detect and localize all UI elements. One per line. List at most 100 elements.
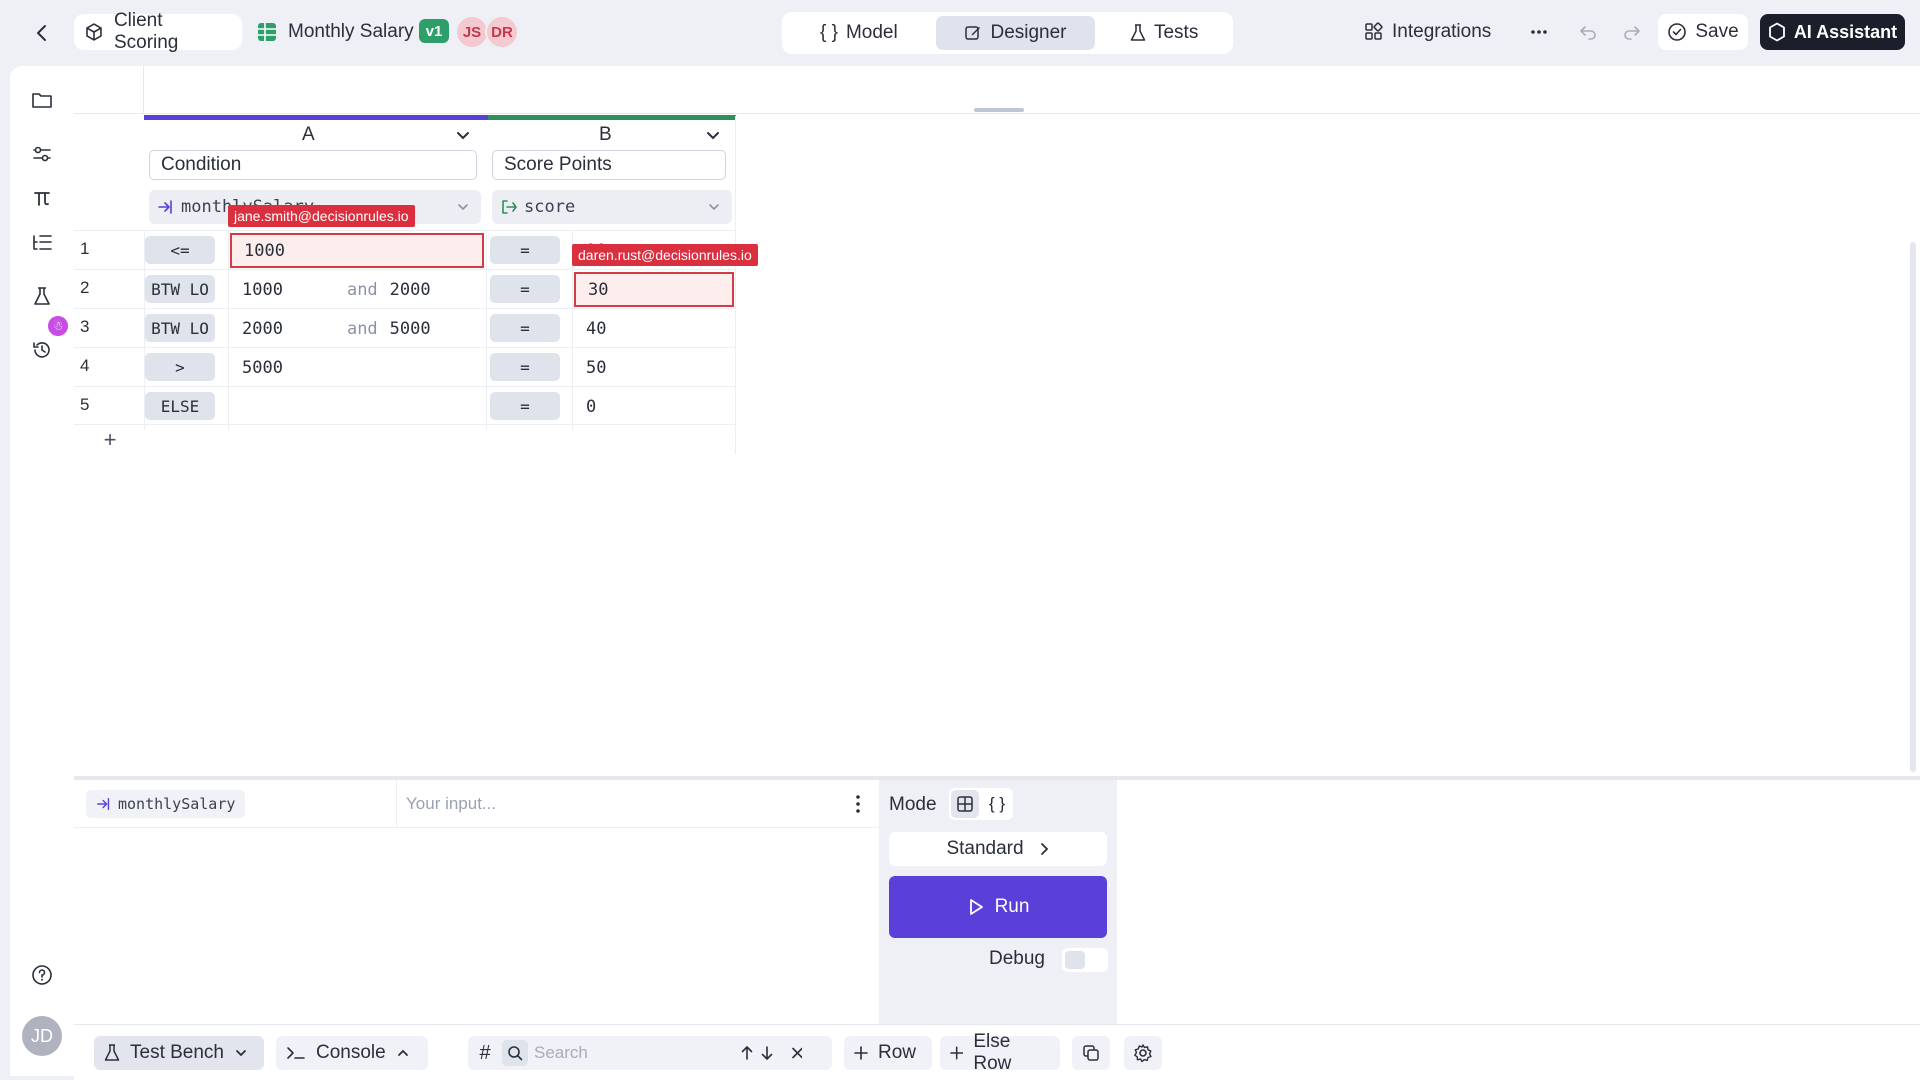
collaborator-avatar-js[interactable]: JS (455, 15, 489, 49)
column-a-name-input[interactable]: Condition (149, 150, 477, 180)
sliders-icon (33, 146, 51, 162)
standard-strategy-button[interactable]: Standard (889, 832, 1107, 866)
debug-label: Debug (989, 948, 1045, 969)
table-row: 2 BTW LO 1000 and 2000 = 30 (74, 269, 736, 308)
rail-functions-button[interactable] (28, 184, 56, 212)
condition-operator[interactable]: BTW LO (145, 314, 215, 342)
tab-designer-label: Designer (990, 22, 1067, 43)
duplicate-button[interactable] (1072, 1036, 1110, 1070)
row-label: Row (878, 1042, 917, 1063)
panel-resize-handle[interactable] (974, 108, 1024, 112)
vertical-scrollbar[interactable] (1910, 242, 1916, 772)
console-label: Console (316, 1042, 386, 1063)
column-b-output-variable-select[interactable]: score (492, 190, 732, 224)
left-rail: ☃ JD (10, 66, 74, 1076)
console-toggle[interactable]: Console (276, 1036, 428, 1070)
result-operator[interactable]: = (490, 275, 560, 303)
rail-history-button[interactable] (28, 336, 56, 364)
test-bench-panel: monthlySalary Mode { } Standard Run Debu… (74, 776, 1920, 1028)
condition-operator[interactable]: <= (145, 236, 215, 264)
run-button[interactable]: Run (889, 876, 1107, 938)
integrations-button[interactable]: Integrations (1364, 14, 1491, 50)
close-icon[interactable] (780, 1046, 802, 1060)
range-from: 1000 (242, 279, 283, 300)
flask-icon (1130, 24, 1146, 41)
breadcrumb-table[interactable]: Monthly Salary (246, 14, 424, 50)
tab-designer[interactable]: Designer (935, 16, 1096, 50)
condition-cell[interactable]: 1000 and 2000 (230, 272, 484, 307)
tab-tests[interactable]: Tests (1099, 16, 1229, 50)
mode-table-option[interactable] (951, 790, 979, 818)
condition-cell[interactable]: 5000 (230, 350, 484, 385)
range-and-keyword: and (346, 279, 378, 300)
rail-help-button[interactable] (28, 961, 56, 989)
table-row: 4 > 5000 = 50 (74, 347, 736, 386)
play-icon (969, 899, 983, 915)
debug-toggle[interactable] (1062, 948, 1108, 972)
rail-tests-button[interactable] (28, 282, 56, 310)
result-operator[interactable]: = (490, 353, 560, 381)
table-settings-button[interactable] (1124, 1036, 1162, 1070)
add-else-row-button[interactable]: Else Row (940, 1031, 1060, 1074)
more-menu-button[interactable] (1524, 14, 1554, 50)
rail-settings-button[interactable] (28, 140, 56, 168)
back-button[interactable] (26, 17, 58, 49)
column-b-name-input[interactable]: Score Points (492, 150, 726, 180)
integrations-icon (1365, 22, 1383, 40)
input-variable-chip: monthlySalary (86, 790, 246, 818)
column-b-color-bar (488, 115, 736, 120)
ai-assistant-button[interactable]: AI Assistant (1760, 14, 1905, 50)
search-text-toggle[interactable] (502, 1040, 528, 1066)
decision-table-icon (258, 23, 276, 41)
result-operator[interactable]: = (490, 314, 560, 342)
plus-icon (950, 1046, 964, 1060)
chevron-up-icon (397, 1049, 408, 1056)
input-variable-name: monthlySalary (118, 795, 236, 813)
else-row-label: Else Row (973, 1031, 1012, 1074)
result-cell[interactable]: 0 (574, 389, 734, 424)
more-horizontal-icon (1531, 30, 1547, 34)
result-cell[interactable]: 40 (574, 311, 734, 346)
arrow-down-icon[interactable] (760, 1045, 774, 1061)
chevron-down-icon[interactable] (704, 126, 722, 144)
rail-rules-list-button[interactable] (28, 229, 56, 257)
arrow-up-icon[interactable] (740, 1045, 754, 1061)
chevron-down-icon[interactable] (454, 126, 472, 144)
condition-cell[interactable]: 1000 (230, 233, 484, 268)
output-arrow-icon (502, 200, 517, 214)
result-cell[interactable]: 30 (574, 272, 734, 307)
condition-cell[interactable]: 2000 and 5000 (230, 311, 484, 346)
add-row-toolbar-button[interactable]: Row (844, 1036, 932, 1070)
flask-icon (34, 287, 50, 305)
version-badge[interactable]: v1 (419, 19, 449, 43)
condition-cell[interactable] (230, 389, 484, 424)
undo-button[interactable] (1574, 14, 1602, 50)
tab-model[interactable]: { } Model (786, 16, 932, 50)
result-cell[interactable]: 50 (574, 350, 734, 385)
range-from: 2000 (242, 318, 283, 339)
test-bench-toggle[interactable]: Test Bench (94, 1036, 264, 1070)
column-a-color-bar (144, 115, 488, 120)
test-value-input[interactable] (406, 788, 846, 820)
mode-json-option[interactable]: { } (983, 790, 1011, 818)
result-operator[interactable]: = (490, 236, 560, 264)
more-vertical-icon[interactable] (846, 792, 870, 816)
search-input[interactable] (534, 1043, 734, 1063)
search-by-number-toggle[interactable]: # (474, 1042, 496, 1065)
view-switcher: { } Model Designer Tests (782, 12, 1233, 54)
user-avatar[interactable]: JD (22, 1016, 62, 1056)
result-operator[interactable]: = (490, 392, 560, 420)
condition-operator[interactable]: > (145, 353, 215, 381)
breadcrumb-project[interactable]: Client Scoring (74, 10, 242, 53)
plus-icon (854, 1046, 868, 1060)
save-button[interactable]: Save (1658, 14, 1748, 50)
chevron-down-icon (236, 1050, 246, 1057)
collaborator-avatar-dr[interactable]: DR (485, 15, 519, 49)
condition-operator[interactable]: ELSE (145, 392, 215, 420)
redo-button[interactable] (1618, 14, 1646, 50)
rail-files-button[interactable] (28, 86, 56, 114)
edit-icon (965, 26, 981, 40)
condition-operator[interactable]: BTW LO (145, 275, 215, 303)
check-circle-icon (1668, 23, 1687, 41)
add-row-button[interactable]: + (98, 427, 122, 452)
